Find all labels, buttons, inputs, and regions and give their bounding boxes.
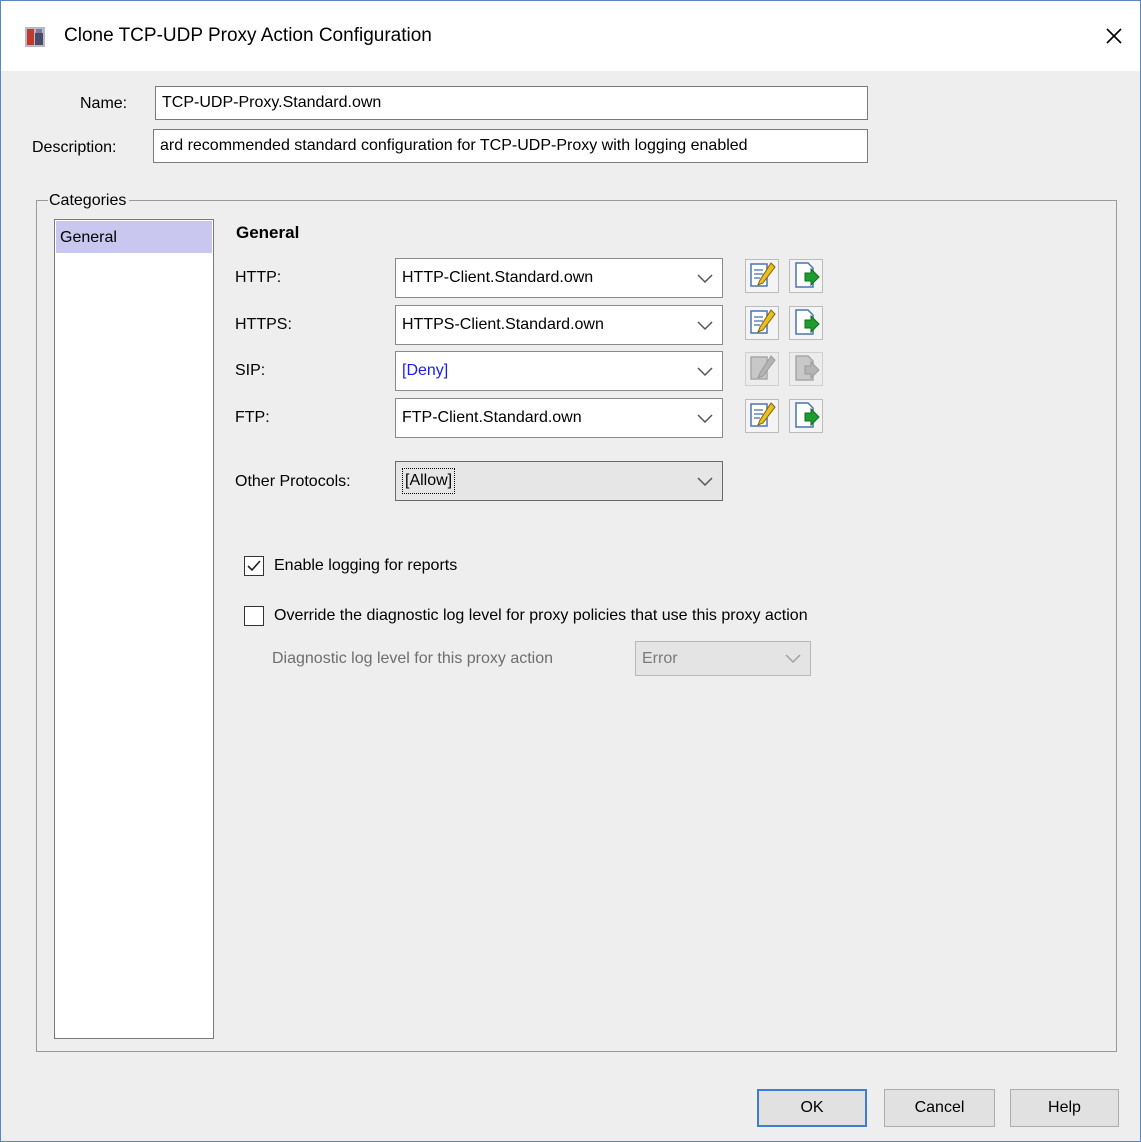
ftp-select-value: FTP-Client.Standard.own [402, 409, 582, 426]
other-protocols-value: [Allow] [402, 468, 456, 494]
window-title: Clone TCP-UDP Proxy Action Configuration [64, 25, 432, 46]
name-label: Name: [80, 95, 128, 112]
http-select-value: HTTP-Client.Standard.own [402, 269, 594, 286]
other-protocols-label: Other Protocols: [235, 473, 351, 490]
override-diagnostic-label[interactable]: Override the diagnostic log level for pr… [274, 607, 808, 625]
edit-icon[interactable] [745, 306, 779, 340]
http-select[interactable]: HTTP-Client.Standard.own [395, 258, 723, 298]
close-icon[interactable] [1097, 19, 1131, 53]
chevron-down-icon [785, 654, 801, 664]
name-field[interactable]: TCP-UDP-Proxy.Standard.own [155, 86, 868, 120]
categories-list[interactable]: General [54, 219, 214, 1039]
cancel-button[interactable]: Cancel [884, 1089, 995, 1127]
sip-label: SIP: [235, 362, 266, 379]
override-diagnostic-checkbox[interactable] [244, 606, 264, 626]
https-label: HTTPS: [235, 316, 292, 333]
dialog-window: Clone TCP-UDP Proxy Action Configuration… [0, 0, 1141, 1142]
description-label: Description: [32, 139, 117, 156]
chevron-down-icon [697, 414, 713, 424]
chevron-down-icon [697, 274, 713, 284]
ok-button[interactable]: OK [757, 1089, 867, 1127]
other-protocols-select[interactable]: [Allow] [395, 461, 723, 501]
edit-icon[interactable] [745, 259, 779, 293]
diagnostic-level-select: Error [635, 641, 811, 676]
https-select[interactable]: HTTPS-Client.Standard.own [395, 305, 723, 345]
title-bar[interactable]: Clone TCP-UDP Proxy Action Configuration [1, 1, 1140, 71]
category-item-general[interactable]: General [56, 221, 212, 253]
description-field[interactable]: ard recommended standard configuration f… [153, 129, 868, 163]
checkmark-icon [247, 560, 261, 572]
chevron-down-icon [697, 367, 713, 377]
sip-select[interactable]: [Deny] [395, 351, 723, 391]
diagnostic-level-value: Error [642, 650, 678, 667]
chevron-down-icon [697, 477, 713, 487]
clone-icon [789, 352, 823, 386]
clone-icon[interactable] [789, 259, 823, 293]
general-heading: General [236, 223, 300, 242]
edit-icon[interactable] [745, 399, 779, 433]
enable-logging-label[interactable]: Enable logging for reports [274, 557, 457, 575]
clone-icon[interactable] [789, 399, 823, 433]
app-icon [25, 27, 45, 47]
sip-select-value: [Deny] [402, 362, 449, 379]
categories-title: Categories [48, 192, 130, 210]
chevron-down-icon [697, 321, 713, 331]
https-select-value: HTTPS-Client.Standard.own [402, 316, 604, 333]
http-label: HTTP: [235, 269, 282, 286]
edit-icon [745, 352, 779, 386]
clone-icon[interactable] [789, 306, 823, 340]
ftp-select[interactable]: FTP-Client.Standard.own [395, 398, 723, 438]
help-button[interactable]: Help [1010, 1089, 1119, 1127]
ftp-label: FTP: [235, 409, 270, 426]
enable-logging-checkbox[interactable] [244, 556, 264, 576]
diagnostic-level-label: Diagnostic log level for this proxy acti… [272, 650, 554, 667]
